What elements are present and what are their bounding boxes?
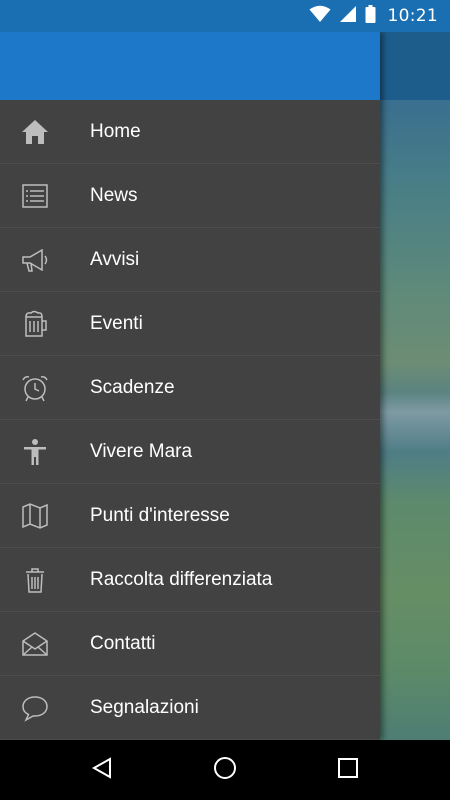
battery-icon xyxy=(365,5,376,27)
menu-item-scadenze[interactable]: Scadenze xyxy=(0,356,380,420)
background-photo[interactable] xyxy=(380,32,450,740)
menu-item-label: Punti d'interesse xyxy=(90,504,230,526)
menu-item-label: Scadenze xyxy=(90,376,175,398)
back-triangle-icon xyxy=(90,756,114,784)
menu-item-segnalazioni[interactable]: Segnalazioni xyxy=(0,676,380,740)
megaphone-icon xyxy=(17,242,53,278)
menu-item-eventi[interactable]: Eventi xyxy=(0,292,380,356)
list-icon xyxy=(17,178,53,214)
menu-item-label: Raccolta differenziata xyxy=(90,568,273,590)
drawer-header xyxy=(0,32,380,100)
menu-item-label: Segnalazioni xyxy=(90,696,199,718)
menu-item-news[interactable]: News xyxy=(0,164,380,228)
person-icon xyxy=(17,434,53,470)
status-bar: 10:21 xyxy=(0,0,450,32)
alarm-clock-icon xyxy=(17,370,53,406)
beer-mug-icon xyxy=(17,306,53,342)
map-icon xyxy=(17,498,53,534)
recents-square-icon xyxy=(337,757,359,783)
signal-icon xyxy=(339,5,357,27)
home-button[interactable] xyxy=(205,750,245,790)
menu-item-raccolta-differenziata[interactable]: Raccolta differenziata xyxy=(0,548,380,612)
menu-item-avvisi[interactable]: Avvisi xyxy=(0,228,380,292)
back-button[interactable] xyxy=(82,750,122,790)
menu-item-label: Home xyxy=(90,120,141,142)
home-circle-icon xyxy=(212,755,238,785)
menu-list: Home News Avvisi Eventi Scadenze Vivere … xyxy=(0,100,380,740)
wifi-icon xyxy=(309,5,331,27)
menu-item-label: Contatti xyxy=(90,632,156,654)
menu-item-label: News xyxy=(90,184,138,206)
menu-item-label: Vivere Mara xyxy=(90,440,193,462)
menu-item-punti-di-interesse[interactable]: Punti d'interesse xyxy=(0,484,380,548)
navigation-drawer: Home News Avvisi Eventi Scadenze Vivere … xyxy=(0,32,380,740)
menu-item-contatti[interactable]: Contatti xyxy=(0,612,380,676)
system-navigation-bar xyxy=(0,740,450,800)
trash-icon xyxy=(17,562,53,598)
menu-item-label: Eventi xyxy=(90,312,143,334)
menu-item-label: Avvisi xyxy=(90,248,140,270)
home-icon xyxy=(17,114,53,150)
envelope-icon xyxy=(17,626,53,662)
chat-bubble-icon xyxy=(17,690,53,726)
menu-item-vivere-mara[interactable]: Vivere Mara xyxy=(0,420,380,484)
menu-item-home[interactable]: Home xyxy=(0,100,380,164)
status-clock: 10:21 xyxy=(387,6,438,26)
recents-button[interactable] xyxy=(328,750,368,790)
